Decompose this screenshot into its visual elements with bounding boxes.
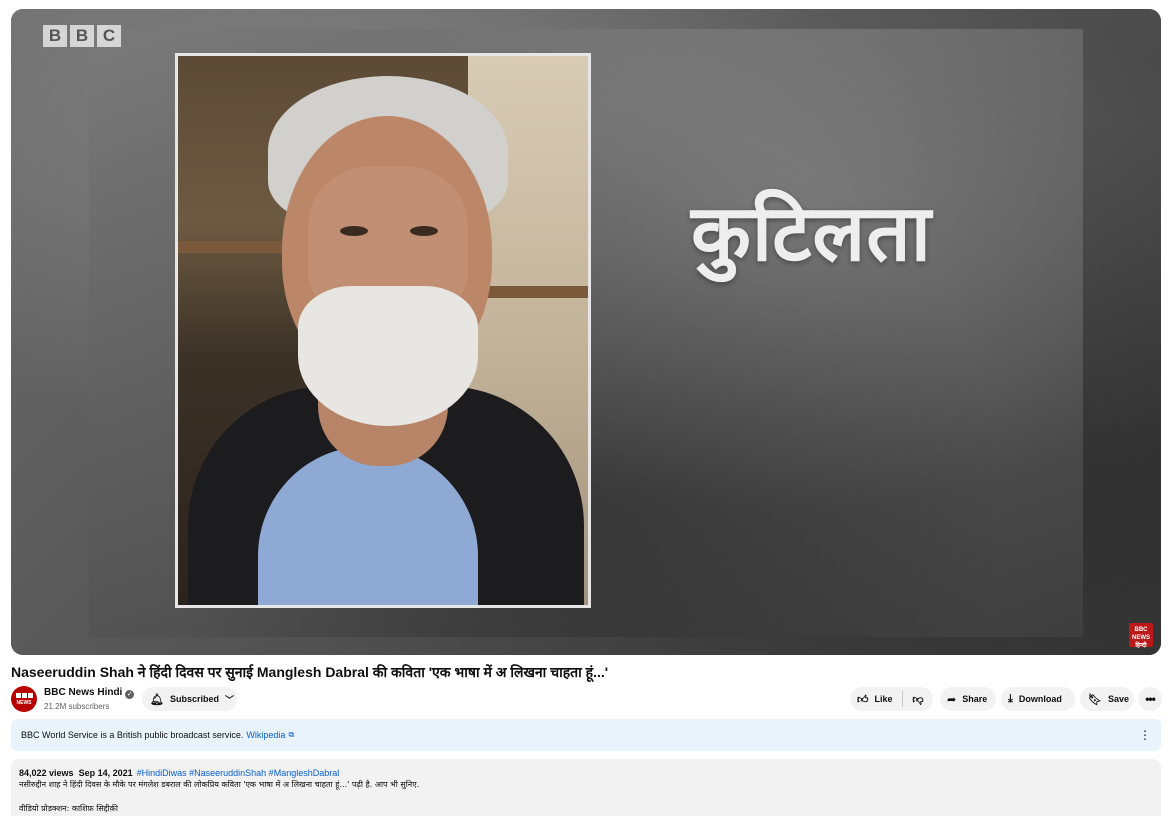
bell-icon: 🔔︎ <box>150 693 164 706</box>
bbc-logo-letter: B <box>70 25 94 47</box>
video-overlay-word: कुटिलता <box>691 189 932 279</box>
thumbs-up-icon: 👍︎ <box>857 693 869 706</box>
download-icon: ⤓ <box>1008 692 1013 705</box>
download-button[interactable]: ⤓ Download <box>1001 687 1075 711</box>
bbc-logo-letter: B <box>43 25 67 47</box>
more-horizontal-icon: ••• <box>1145 692 1156 706</box>
view-count: 84,022 views <box>19 768 74 778</box>
upload-date: Sep 14, 2021 <box>78 768 133 778</box>
video-title: Naseeruddin Shah ने हिंदी दिवस पर सुनाई … <box>11 664 609 680</box>
speaker-portrait <box>175 53 591 608</box>
description-credit: वीडियो प्रोडक्शन: काशिफ़ सिद्दीक़ी <box>19 804 118 813</box>
channel-name[interactable]: BBC News Hindi ✓ <box>44 687 135 699</box>
verified-icon: ✓ <box>125 690 135 699</box>
bbc-logo: B B C <box>43 25 121 47</box>
channel-avatar[interactable]: NEWS <box>11 686 37 712</box>
download-label: Download <box>1018 694 1062 704</box>
share-button[interactable]: ➦ Share <box>940 687 996 711</box>
share-label: Share <box>962 694 988 704</box>
channel-row: NEWS BBC News Hindi ✓ 21.2M subscribers 🔔… <box>11 686 1162 714</box>
subscribed-label: Subscribed <box>169 694 219 704</box>
wikipedia-link[interactable]: Wikipedia <box>246 730 285 740</box>
external-link-icon: ⧉ <box>288 730 295 739</box>
more-vertical-icon[interactable]: ⋮ <box>1139 728 1151 742</box>
like-dislike-group: 👍︎ Like 👎︎ <box>850 687 933 711</box>
info-panel-text: BBC World Service is a British public br… <box>21 730 244 740</box>
like-button[interactable]: 👍︎ Like <box>850 687 902 711</box>
subscriber-count: 21.2M subscribers <box>44 702 110 711</box>
dislike-button[interactable]: 👎︎ <box>903 687 933 711</box>
description-text: नसीरुद्दीन शाह ने हिंदी दिवस के मौके पर … <box>19 780 420 789</box>
save-label: Save <box>1107 694 1129 704</box>
channel-name-text: BBC News Hindi <box>44 687 123 698</box>
thumbs-down-icon: 👎︎ <box>912 693 924 706</box>
like-label: Like <box>874 694 893 704</box>
portrait-beard <box>298 286 478 426</box>
save-button[interactable]: 🔖︎ Save <box>1080 687 1134 711</box>
share-arrow-icon: ➦ <box>947 693 957 706</box>
context-info-panel: BBC World Service is a British public br… <box>11 719 1161 751</box>
hashtags[interactable]: #HindiDiwas #NaseeruddinShah #MangleshDa… <box>137 768 340 778</box>
subscribed-button[interactable]: 🔔︎ Subscribed ﹀ <box>142 687 237 711</box>
portrait-eye <box>410 226 438 236</box>
bookmark-icon: 🔖︎ <box>1088 693 1102 706</box>
bbc-logo-letter: C <box>97 25 121 47</box>
description-meta: 84,022 views Sep 14, 2021 #HindiDiwas #Na… <box>19 767 1153 779</box>
video-description[interactable]: 84,022 views Sep 14, 2021 #HindiDiwas #Na… <box>11 759 1161 816</box>
avatar-bbc-blocks <box>15 692 33 698</box>
avatar-news-text: NEWS <box>16 699 32 706</box>
video-player[interactable]: B B C कुटिलता BBC NEWS हिन्दी <box>11 9 1161 655</box>
more-actions-button[interactable]: ••• <box>1138 687 1162 711</box>
portrait-eye <box>340 226 368 236</box>
chevron-down-icon: ﹀ <box>224 694 234 705</box>
bbc-news-hindi-badge: BBC NEWS हिन्दी <box>1129 623 1153 649</box>
